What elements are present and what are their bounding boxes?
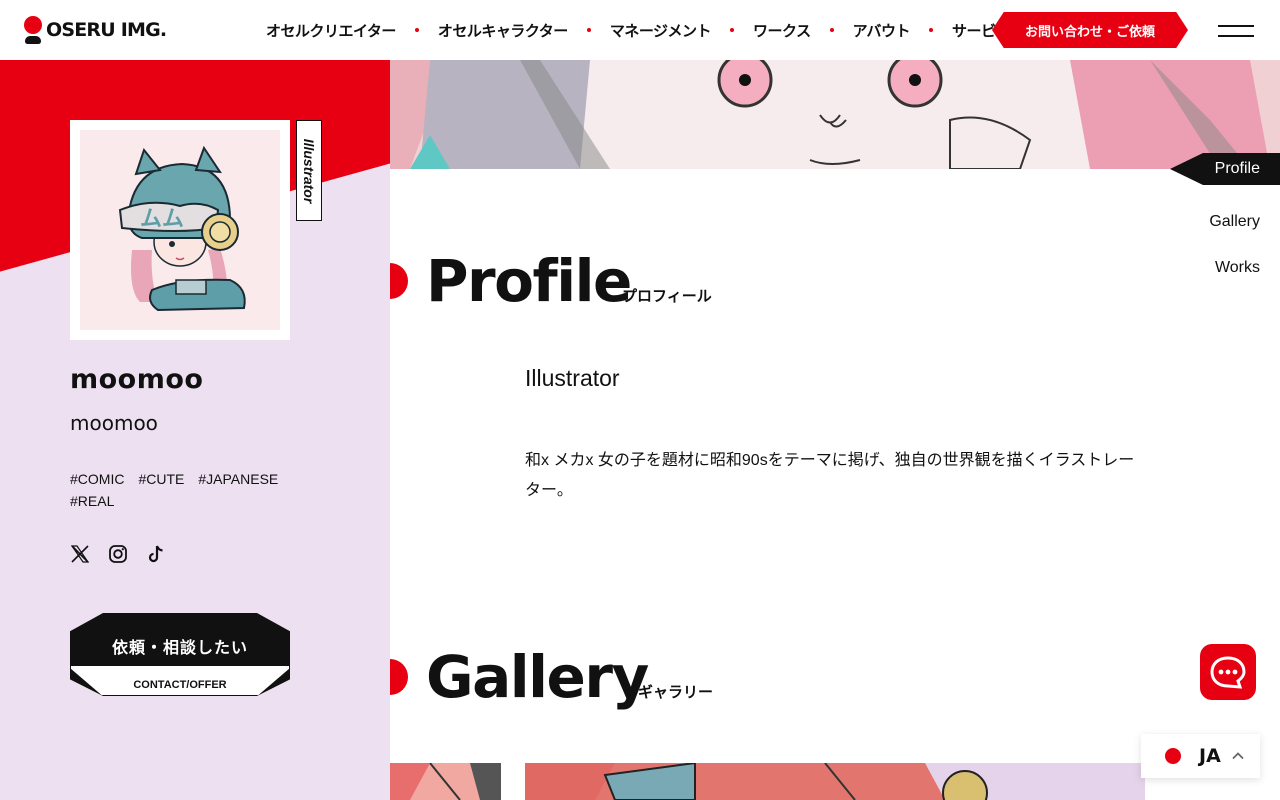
- offer-button-sublabel: CONTACT/OFFER: [133, 679, 227, 691]
- tag-list: #COMIC #CUTE #JAPANESE #REAL: [70, 470, 310, 510]
- logo-mark-icon: [24, 16, 42, 44]
- flag-japan-icon: [1165, 748, 1181, 764]
- x-icon[interactable]: [70, 544, 90, 564]
- language-code: JA: [1199, 745, 1221, 767]
- creator-name: moomoo: [70, 364, 204, 395]
- nav-item-about[interactable]: アバウト: [853, 20, 911, 41]
- section-nav: Profile Gallery Works: [1170, 153, 1280, 291]
- chevron-up-icon: [1232, 752, 1244, 760]
- avatar: ムム: [70, 120, 290, 340]
- chat-button[interactable]: [1200, 644, 1256, 700]
- nav-separator: [730, 28, 735, 32]
- profile-role: Illustrator: [525, 365, 620, 391]
- social-links: [70, 544, 166, 564]
- offer-button[interactable]: 依頼・相談したい CONTACT/OFFER: [70, 613, 290, 696]
- gallery-section-marker: [390, 659, 408, 695]
- logo[interactable]: OSERU IMG.: [24, 16, 167, 44]
- hamburger-icon[interactable]: [1218, 22, 1254, 38]
- logo-text: OSERU IMG.: [46, 19, 167, 41]
- nav-item-creators[interactable]: オセルクリエイター: [266, 20, 396, 41]
- hero-illustration: [390, 60, 1280, 169]
- contact-button[interactable]: お問い合わせ・ご依頼: [992, 12, 1188, 48]
- nav-item-works[interactable]: ワークス: [753, 20, 811, 41]
- nav-separator: [586, 28, 591, 32]
- site-header: OSERU IMG. オセルクリエイター オセルキャラクター マネージメント ワ…: [0, 0, 1280, 60]
- main-nav: オセルクリエイター オセルキャラクター マネージメント ワークス アバウト サー…: [266, 0, 1011, 60]
- language-selector[interactable]: JA: [1141, 734, 1260, 778]
- tiktok-icon[interactable]: [146, 544, 166, 564]
- section-nav-profile[interactable]: Profile: [1170, 153, 1280, 185]
- tag-real[interactable]: #REAL: [70, 492, 114, 510]
- gallery-thumbnail[interactable]: [525, 763, 1145, 800]
- gallery-title-ja: ギャラリー: [638, 683, 714, 701]
- gallery-title: Gallery: [426, 643, 649, 711]
- section-nav-works[interactable]: Works: [1170, 245, 1280, 291]
- tag-comic[interactable]: #COMIC: [70, 470, 124, 488]
- chat-icon: [1210, 656, 1246, 689]
- profile-section-marker: [390, 263, 408, 299]
- profile-title: Profile: [426, 247, 632, 315]
- role-tag: Illustrator: [296, 120, 322, 221]
- nav-item-characters[interactable]: オセルキャラクター: [438, 20, 568, 41]
- avatar-illustration: ムム: [80, 130, 280, 330]
- nav-item-management[interactable]: マネージメント: [610, 20, 712, 41]
- creator-sidebar: ムム Illustrator moomoo moomoo #COMIC #CUT…: [0, 60, 390, 800]
- tag-japanese[interactable]: #JAPANESE: [198, 470, 278, 488]
- nav-separator: [928, 28, 933, 32]
- profile-description: 和x メカx 女の子を題材に昭和90sをテーマに掲げ、独自の世界観を描くイラスト…: [525, 452, 1135, 499]
- nav-separator: [829, 28, 834, 32]
- profile-title-ja: プロフィール: [622, 287, 712, 305]
- offer-button-label: 依頼・相談したい: [111, 638, 248, 657]
- instagram-icon[interactable]: [108, 544, 128, 564]
- nav-separator: [414, 28, 419, 32]
- tag-cute[interactable]: #CUTE: [138, 470, 184, 488]
- creator-name-sub: moomoo: [70, 411, 158, 435]
- role-tag-label: Illustrator: [301, 138, 317, 203]
- svg-text:ムム: ムム: [140, 207, 184, 232]
- section-nav-gallery[interactable]: Gallery: [1170, 199, 1280, 245]
- gallery-thumbnail[interactable]: [390, 763, 501, 800]
